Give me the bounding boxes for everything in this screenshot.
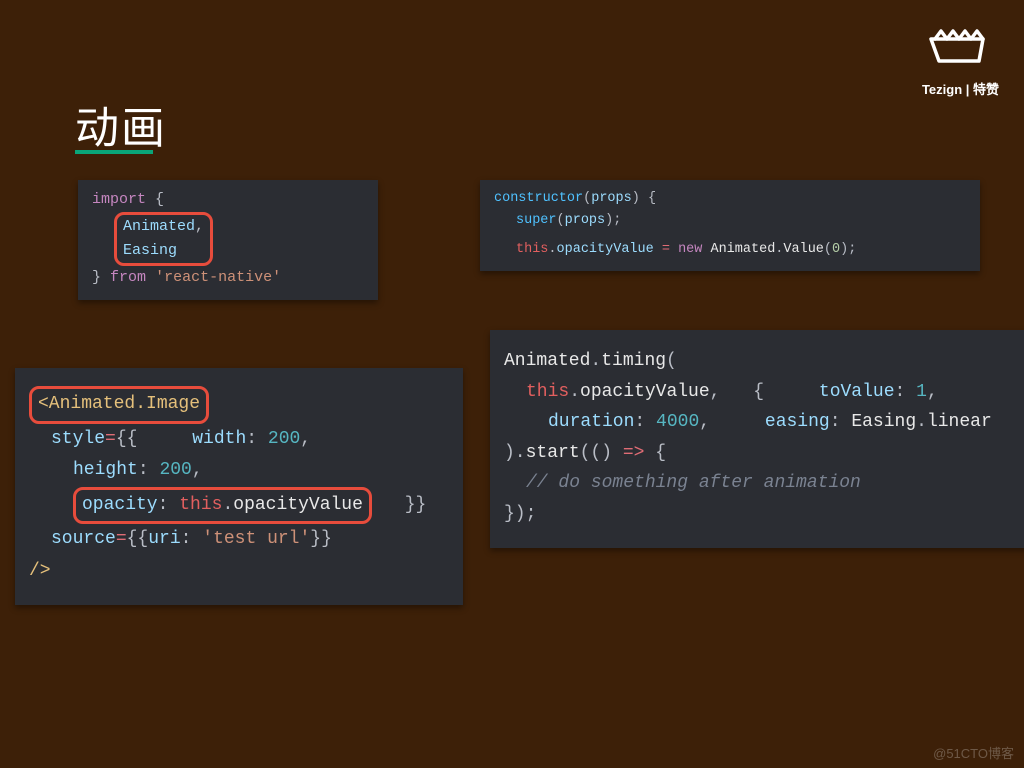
- method-timing: timing: [601, 351, 666, 371]
- opt-toValue: toValue: [819, 382, 895, 402]
- prop-opacityValue-jsx: opacityValue: [233, 495, 363, 515]
- id-easing: Easing: [123, 242, 177, 259]
- brand-logo: Tezign | 特赞: [922, 25, 999, 98]
- class-animated-t: Animated: [504, 351, 590, 371]
- title-underline: [75, 150, 153, 154]
- class-animated: Animated: [710, 242, 775, 257]
- method-value: Value: [783, 242, 824, 257]
- kw-super: super: [516, 213, 557, 228]
- prop-width: width: [192, 429, 246, 449]
- num-zero: 0: [832, 242, 840, 257]
- prop-opacityValue-t: opacityValue: [580, 382, 710, 402]
- highlight-import-items: Animated,Easing: [114, 212, 213, 266]
- jsx-tag-close: />: [29, 561, 51, 581]
- method-start: start: [526, 443, 580, 463]
- prop-uri: uri: [148, 529, 180, 549]
- kw-this: this: [516, 242, 548, 257]
- cart-icon: [925, 25, 995, 73]
- brace-close: }: [92, 269, 101, 286]
- prop-style: style: [51, 429, 105, 449]
- code-snippet-jsx: <Animated.Image style={{ width: 200, hei…: [15, 368, 463, 605]
- kw-from: from: [110, 269, 146, 286]
- kw-this-t: this: [526, 382, 569, 402]
- code-snippet-constructor: constructor(props) { super(props); this.…: [480, 180, 980, 271]
- prop-source: source: [51, 529, 116, 549]
- prop-height: height: [73, 460, 138, 480]
- val-toValue: 1: [916, 382, 927, 402]
- highlight-opacity: opacity: this.opacityValue: [73, 487, 372, 525]
- kw-new: new: [678, 242, 702, 257]
- kw-import: import: [92, 191, 146, 208]
- brand-text: Tezign | 特赞: [922, 79, 999, 98]
- param-props: props: [591, 191, 632, 206]
- arg-props: props: [565, 213, 606, 228]
- opt-easing: easing: [765, 412, 830, 432]
- kw-this-jsx: this: [179, 495, 222, 515]
- slide-title: 动画: [75, 92, 167, 156]
- prop-opacityValue: opacityValue: [557, 242, 654, 257]
- prop-opacity: opacity: [82, 495, 158, 515]
- val-easing-class: Easing: [851, 412, 916, 432]
- val-uri: 'test url': [202, 529, 310, 549]
- brace: {: [155, 191, 164, 208]
- watermark: @51CTO博客: [933, 743, 1014, 762]
- code-snippet-timing: Animated.timing( this.opacityValue, { to…: [490, 330, 1024, 548]
- kw-constructor: constructor: [494, 191, 583, 206]
- val-duration: 4000: [656, 412, 699, 432]
- val-height: 200: [159, 460, 191, 480]
- jsx-tag-open: <Animated.Image: [38, 394, 200, 414]
- comment-after: // do something after animation: [526, 473, 861, 493]
- val-width: 200: [268, 429, 300, 449]
- highlight-tag: <Animated.Image: [29, 386, 209, 424]
- opt-duration: duration: [548, 412, 634, 432]
- str-module: 'react-native': [155, 269, 281, 286]
- val-easing-method: linear: [927, 412, 992, 432]
- code-snippet-import: import { Animated,Easing } from 'react-n…: [78, 180, 378, 300]
- id-animated: Animated: [123, 218, 195, 235]
